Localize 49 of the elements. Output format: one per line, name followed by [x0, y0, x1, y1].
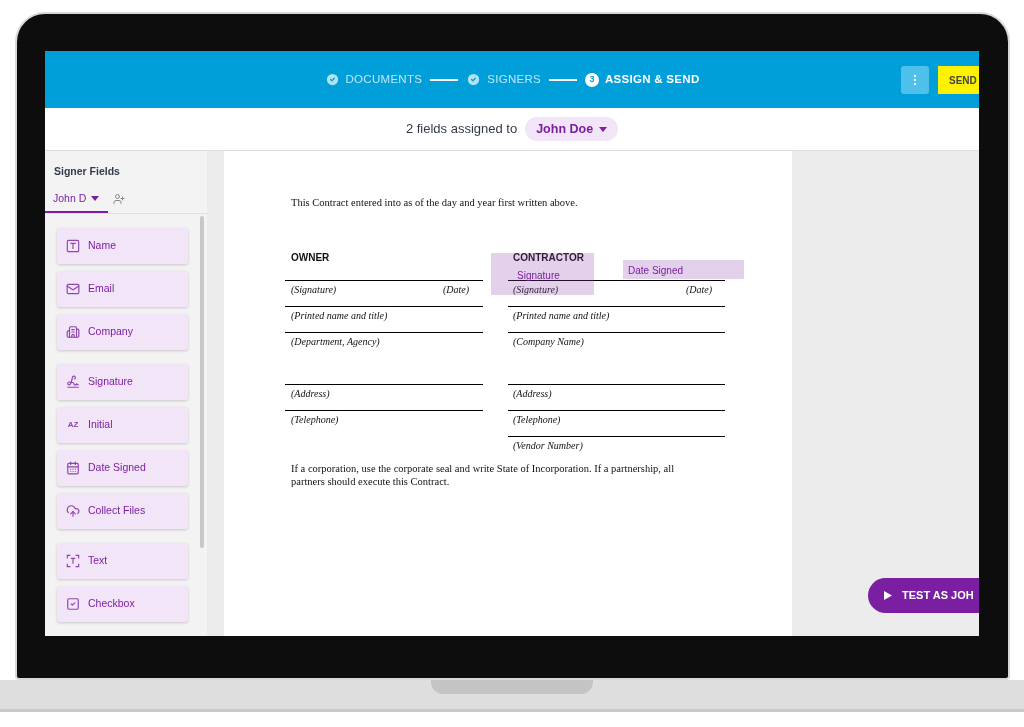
caret-icon [91, 196, 100, 202]
field-button[interactable]: AZ Initial [57, 406, 188, 443]
assignment-text: 2 fields assigned to [405, 120, 518, 139]
field-button[interactable]: Name [57, 227, 188, 264]
intro-text: This Contract entered into as of the day and year first written above. [290, 196, 579, 210]
signature-line-label: (Vendor Number) [513, 438, 583, 453]
signer-tab[interactable]: John D [45, 186, 108, 213]
owner-heading: OWNER [291, 251, 330, 263]
field-button[interactable]: Email [57, 270, 188, 307]
signature-line-label: (Telephone) [513, 412, 561, 427]
calendar-icon [66, 460, 80, 475]
signature-line-label: (Signature) [513, 282, 559, 297]
envelope-icon [66, 281, 80, 296]
cloud-upload-icon [66, 503, 80, 518]
signature-line-label: (Address) [291, 386, 330, 401]
text-box-icon [66, 238, 80, 253]
checkbox-icon [66, 596, 80, 611]
send-button[interactable]: SEND [938, 66, 979, 94]
signer-dropdown[interactable]: John Doe [525, 117, 619, 141]
signature-line-label: (Address) [513, 386, 552, 401]
play-icon [884, 591, 892, 600]
signature-line-label: (Date) [442, 282, 469, 297]
signature-line-label: (Signature) [291, 282, 337, 297]
sidebar-title: Signer Fields [54, 164, 121, 179]
signature-line-label: (Printed name and title) [291, 308, 388, 323]
signature-line-label: (Telephone) [291, 412, 339, 427]
closing-text: If a corporation, use the corporate seal and write State of Incorporation. If a partnership, all partners should execute this Contract. [290, 461, 676, 488]
building-icon [66, 324, 80, 339]
field-button[interactable]: Text [57, 542, 188, 579]
field-button[interactable]: Signature [57, 363, 188, 400]
more-menu-button[interactable] [901, 66, 929, 94]
field-button[interactable]: Company [57, 313, 188, 350]
caret-icon [599, 126, 608, 132]
signature-icon [66, 374, 80, 389]
text-field-icon [66, 553, 80, 568]
field-button[interactable]: Collect Files [57, 492, 188, 529]
add-person-icon[interactable] [113, 192, 125, 205]
signature-line-label: (Printed name and title) [513, 308, 610, 323]
signature-line-label: (Department, Agency) [291, 334, 380, 349]
field-button[interactable]: Date Signed [57, 449, 188, 486]
step-number: 3 [585, 72, 599, 87]
signature-line-label: (Company Name) [513, 334, 584, 349]
placed-field[interactable]: Date Signed [623, 260, 744, 279]
initials-icon: AZ [66, 418, 80, 431]
field-button[interactable]: Checkbox [57, 585, 188, 622]
signature-line-label: (Date) [685, 282, 712, 297]
scrollbar[interactable] [200, 215, 204, 548]
test-as-signer-button[interactable]: TEST AS JOH [868, 578, 979, 613]
contractor-heading: CONTRACTOR [513, 251, 584, 263]
